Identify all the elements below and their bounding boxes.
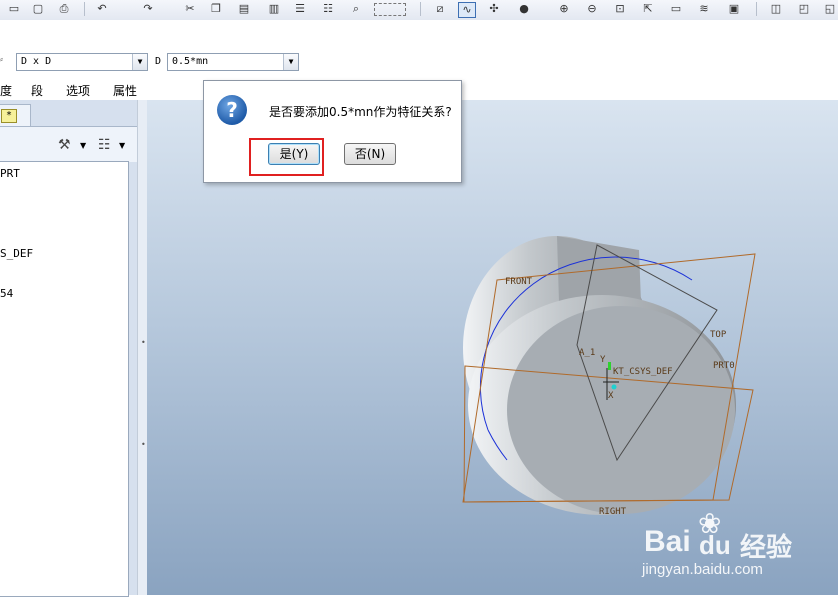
tab-options[interactable]: 选项 — [66, 82, 90, 99]
open-icon[interactable]: ▢ — [30, 2, 46, 16]
zoom-in-icon[interactable]: ⊕ — [556, 2, 572, 16]
paste-special-icon[interactable]: ▥ — [266, 2, 282, 16]
datum-label-top: TOP — [710, 330, 727, 340]
new-icon[interactable]: ▭ — [6, 2, 22, 16]
datum-label-front: FRONT — [505, 277, 533, 287]
no-button[interactable]: 否(N) — [344, 143, 396, 165]
question-icon: ? — [217, 95, 247, 125]
view-manager-icon[interactable]: ▣ — [726, 2, 742, 16]
watermark-brand-du: du — [699, 530, 731, 560]
d-value-combo[interactable]: 0.5*mn ▼ — [167, 53, 299, 71]
tree-item[interactable]: S_DEF — [0, 247, 33, 260]
watermark-url: jingyan.baidu.com — [642, 561, 763, 578]
saved-views-icon[interactable]: ▭ — [668, 2, 684, 16]
dashboard-edge-marker: ⸗ — [0, 55, 3, 65]
splitter-handle[interactable]: • — [141, 440, 146, 449]
chevron-down-icon[interactable]: ▼ — [119, 141, 125, 150]
tree-item[interactable]: PRT — [0, 167, 20, 180]
tree-toolbar: ⚒ ▼ ☷ ▼ — [0, 126, 137, 162]
hidden-line-icon[interactable]: ◰ — [796, 2, 812, 16]
baidu-jingyan-watermark: Bai ❀ du 经验 jingyan.baidu.com — [640, 505, 838, 595]
dimension-scheme-combo[interactable]: D x D ▼ — [16, 53, 148, 71]
csys-y-marker — [608, 362, 611, 370]
redo-icon[interactable]: ↷ — [140, 2, 156, 16]
zoom-out-icon[interactable]: ⊖ — [584, 2, 600, 16]
d-value-text: 0.5*mn — [172, 56, 209, 67]
sketch-icon[interactable]: ∿ — [458, 2, 476, 18]
display-style-icon[interactable]: ◫ — [768, 2, 784, 16]
regen-icon[interactable]: ☰ — [292, 2, 308, 16]
spin-center-icon[interactable]: ✣ — [486, 2, 502, 16]
toolbar-separator — [84, 2, 85, 16]
badge: * — [1, 109, 17, 123]
layers-icon[interactable]: ≋ — [696, 2, 712, 16]
regen-manager-icon[interactable]: ☷ — [320, 2, 336, 16]
datum-label-csys: KT_CSYS_DEF — [613, 367, 673, 377]
cylinder-front-face — [507, 306, 735, 514]
splitter-handle[interactable]: • — [141, 338, 146, 347]
find-icon[interactable]: ⌕ — [348, 2, 364, 16]
chevron-down-icon[interactable]: ▼ — [80, 141, 86, 150]
toolbar-separator — [756, 2, 757, 16]
highlight-box — [249, 138, 324, 176]
chevron-down-icon[interactable]: ▼ — [283, 54, 298, 70]
tab-properties[interactable]: 属性 — [113, 82, 137, 99]
datum-icon[interactable]: ⧄ — [432, 2, 448, 16]
shading-icon[interactable]: ● — [516, 2, 532, 16]
copy-icon[interactable]: ❐ — [208, 2, 224, 16]
confirm-relation-dialog: ? 是否要添加0.5*mn作为特征关系? 是(Y) 否(N) — [203, 80, 462, 183]
paste-icon[interactable]: ▤ — [236, 2, 252, 16]
reorient-icon[interactable]: ⇱ — [640, 2, 656, 16]
main-toolbar: ▭ ▢ ⎙ ↶ ↷ ✂ ❐ ▤ ▥ ☰ ☷ ⌕ ⧄ ∿ ✣ ● ⊕ ⊖ ⊡ ⇱ … — [0, 0, 838, 21]
tab-depth[interactable]: 度 — [0, 82, 12, 99]
undo-icon[interactable]: ↶ — [94, 2, 110, 16]
select-box-icon[interactable] — [374, 3, 406, 16]
model-tree: PRT S_DEF 54 — [0, 161, 129, 597]
datum-label-prt0: PRT0 — [713, 361, 735, 371]
dimension-scheme-value: D x D — [21, 56, 52, 67]
tab-segment[interactable]: 段 — [31, 82, 43, 99]
chevron-down-icon[interactable]: ▼ — [132, 54, 147, 70]
cut-icon[interactable]: ✂ — [182, 2, 198, 16]
csys-origin — [611, 384, 617, 390]
datum-label-axis: A_1 — [579, 348, 595, 358]
model-tree-tab[interactable]: * — [0, 104, 31, 127]
wireframe-icon[interactable]: ◱ — [822, 2, 838, 16]
watermark-brand: Bai — [644, 525, 691, 558]
print-icon[interactable]: ⎙ — [56, 2, 72, 16]
show-menu-icon[interactable]: ☷ — [98, 137, 111, 153]
toolbar-separator — [420, 2, 421, 16]
watermark-cn: 经验 — [740, 533, 793, 563]
dialog-message: 是否要添加0.5*mn作为特征关系? — [269, 105, 452, 119]
datum-label-right: RIGHT — [599, 507, 627, 517]
d-label: D — [155, 56, 162, 67]
refit-icon[interactable]: ⊡ — [612, 2, 628, 16]
tree-settings-icon[interactable]: ⚒ — [58, 137, 71, 153]
tree-item[interactable]: 54 — [0, 287, 13, 300]
csys-y-label: Y — [600, 355, 606, 365]
csys-x-label: X — [608, 391, 614, 401]
